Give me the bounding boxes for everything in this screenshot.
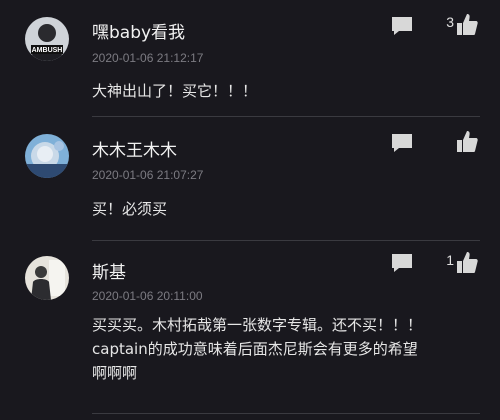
comment-text: 买！必须买 [92,197,167,221]
avatar-logo-text: AMBUSH [32,47,63,54]
timestamp: 2020-01-06 20:11:00 [92,289,203,303]
comment-item: 斯基 2020-01-06 20:11:00 买买买。木村拓哉第一张数字专辑。还… [0,241,500,420]
thumbs-up-icon [457,252,478,273]
comment-bubble-icon [392,134,412,152]
comment-line: 啊啊啊 [92,364,138,382]
comment-line: captain的成功意味着后面杰尼斯会有更多的希望 [92,340,418,358]
comment-bubble-icon [392,17,412,35]
username[interactable]: 斯基 [92,258,126,283]
comment-item: 木木王木木 2020-01-06 21:07:27 买！必须买 [0,117,500,239]
comment-line: 买！必须买 [92,200,168,218]
comment-feed: AMBUSH 嘿baby看我 2020-01-06 21:12:17 大神出山了… [0,0,500,420]
comment-bubble-icon [392,254,412,272]
thumbs-up-icon [457,14,478,35]
comment-item: AMBUSH 嘿baby看我 2020-01-06 21:12:17 大神出山了… [0,0,500,112]
comment-line: 大神出山了！买它！！！ [92,82,258,100]
comment-text: 买买买。木村拓哉第一张数字专辑。还不买！！！ captain的成功意味着后面杰尼… [92,313,422,385]
like-button[interactable] [434,129,478,153]
reply-button[interactable] [390,14,414,38]
like-button[interactable]: 3 [434,12,478,36]
username[interactable]: 嘿baby看我 [92,18,185,43]
avatar[interactable]: AMBUSH [25,17,69,61]
divider [92,413,480,414]
timestamp: 2020-01-06 21:07:27 [92,168,204,182]
timestamp: 2020-01-06 21:12:17 [92,51,204,65]
username[interactable]: 木木王木木 [92,136,177,161]
comment-text: 大神出山了！买它！！！ [92,79,257,103]
like-count: 3 [446,14,454,30]
like-button[interactable]: 1 [434,250,478,274]
comment-line: 买买买。木村拓哉第一张数字专辑。还不买！！！ [92,316,423,334]
like-count: 1 [446,252,454,268]
avatar[interactable] [25,256,69,300]
reply-button[interactable] [390,131,414,155]
reply-button[interactable] [390,251,414,275]
avatar[interactable] [25,134,69,178]
thumbs-up-icon [457,131,478,152]
